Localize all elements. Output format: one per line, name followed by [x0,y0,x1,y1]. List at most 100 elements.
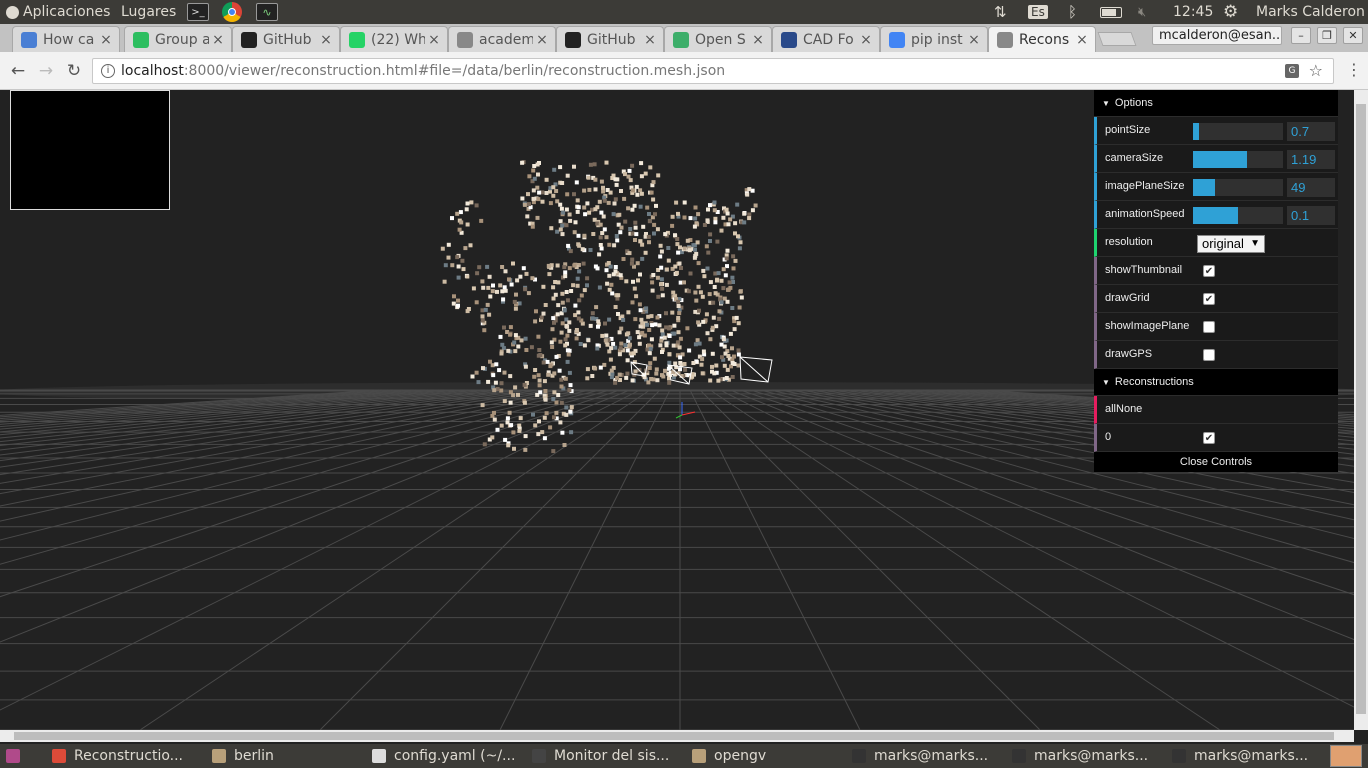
slider-track[interactable] [1193,179,1283,196]
close-controls-button[interactable]: Close Controls [1094,452,1338,472]
show-desktop-button[interactable] [6,744,28,768]
point [739,295,744,300]
point [646,380,651,385]
taskbar-window-button[interactable]: config.yaml (~/... [372,744,522,768]
taskbar-window-button[interactable]: marks@marks... [1172,744,1322,768]
point [522,400,527,405]
show-desktop-icon [6,749,20,763]
slider-value-input[interactable]: 0.7 [1287,122,1335,141]
network-icon[interactable]: ⇅ [994,0,1007,24]
point [609,368,614,373]
tab-close-icon[interactable]: × [857,32,875,48]
reconstruction-0-checkbox[interactable]: ✔ [1203,432,1215,444]
browser-tab[interactable]: pip inst × [880,26,988,52]
workspace-switcher[interactable] [1330,744,1362,768]
taskbar-window-button[interactable]: marks@marks... [1012,744,1162,768]
vertical-scrollbar[interactable] [1354,90,1368,730]
browser-tab[interactable]: How ca × [12,26,120,52]
maximize-button[interactable]: ❐ [1317,27,1337,44]
translate-icon[interactable]: G [1285,64,1299,78]
taskbar-window-label: marks@marks... [874,748,989,764]
point [650,288,655,293]
point [540,430,545,435]
taskbar-window-button[interactable]: marks@marks... [852,744,1002,768]
tab-close-icon[interactable]: × [533,32,551,48]
taskbar-window-button[interactable]: Reconstructio... [52,744,202,768]
point [545,359,550,364]
point [710,351,715,356]
minimize-button[interactable]: – [1291,27,1311,44]
vertical-scrollbar-thumb[interactable] [1356,104,1366,714]
tab-close-icon[interactable]: × [317,32,335,48]
settings-gear-icon[interactable]: ⚙ [1223,0,1238,24]
point [585,283,589,288]
taskbar-window-button[interactable]: Monitor del sis... [532,744,682,768]
keyboard-layout-indicator[interactable]: Es [1028,0,1048,24]
close-window-button[interactable]: ✕ [1343,27,1363,44]
browser-tab[interactable]: GitHub × [556,26,664,52]
browser-tab[interactable]: CAD Fo × [772,26,880,52]
browser-tab[interactable]: Recons × [988,26,1096,52]
clock[interactable]: 12:45 [1173,0,1213,24]
tab-close-icon[interactable]: × [1073,32,1091,48]
point [474,203,479,208]
tab-close-icon[interactable]: × [97,32,115,48]
back-arrow-icon[interactable]: ← [8,61,28,81]
tab-close-icon[interactable]: × [641,32,659,48]
volume-muted-icon[interactable]: 🔇︎ [1138,0,1146,24]
battery-icon[interactable] [1100,0,1122,24]
applications-menu[interactable]: Aplicaciones [6,0,110,24]
site-info-icon[interactable]: i [101,64,115,78]
taskbar-window-button[interactable]: berlin [212,744,362,768]
slider-value-input[interactable]: 0.1 [1287,206,1335,225]
profile-button[interactable]: mcalderon@esan... [1152,26,1282,45]
point [610,291,615,296]
browser-tab[interactable]: Open S × [664,26,772,52]
slider-track[interactable] [1193,151,1283,168]
system-monitor-launcher[interactable]: ∿ [256,0,278,24]
checkbox[interactable] [1203,349,1215,361]
browser-tab[interactable]: Group a × [124,26,232,52]
point [628,342,632,347]
reconstruction-viewport[interactable]: ▼ Options pointSize 0.7 cameraSize 1.19 image… [0,90,1354,730]
address-bar[interactable]: i localhost:8000/viewer/reconstruction.h… [92,58,1334,84]
checkbox[interactable]: ✔ [1203,293,1215,305]
terminal-launcher[interactable]: >_ [187,0,209,24]
point [443,263,448,268]
new-tab-button[interactable] [1097,32,1137,46]
browser-tab[interactable]: academ × [448,26,556,52]
tab-close-icon[interactable]: × [965,32,983,48]
horizontal-scrollbar-thumb[interactable] [14,732,1334,740]
point [567,320,572,325]
reconstructions-title: Reconstructions [1114,376,1194,388]
tab-close-icon[interactable]: × [209,32,227,48]
resolution-select[interactable]: original ▼ [1197,235,1265,253]
slider-value-input[interactable]: 1.19 [1287,150,1335,169]
taskbar-window-button[interactable]: opengv [692,744,842,768]
tab-close-icon[interactable]: × [425,32,443,48]
all-none-button[interactable]: allNone [1094,396,1338,424]
point [539,315,544,320]
point [616,293,621,298]
reload-icon[interactable]: ↻ [64,61,84,81]
options-folder-title[interactable]: ▼ Options [1094,90,1338,117]
bluetooth-icon[interactable]: ᛒ [1068,0,1077,24]
checkbox[interactable]: ✔ [1203,265,1215,277]
chrome-menu-icon[interactable]: ⋮ [1346,60,1362,79]
slider-track[interactable] [1193,207,1283,224]
places-menu[interactable]: Lugares [121,0,176,24]
user-menu[interactable]: Marks Calderon [1256,0,1365,24]
point [648,165,653,170]
tab-close-icon[interactable]: × [749,32,767,48]
slider-track[interactable] [1193,123,1283,140]
forward-arrow-icon[interactable]: → [36,61,56,81]
horizontal-scrollbar[interactable] [0,730,1354,742]
reconstructions-folder-title[interactable]: ▼ Reconstructions [1094,369,1338,396]
checkbox[interactable] [1203,321,1215,333]
slider-value-input[interactable]: 49 [1287,178,1335,197]
tab-title: academ [479,31,533,48]
chrome-launcher[interactable] [222,0,242,24]
bookmark-star-icon[interactable]: ☆ [1309,59,1323,83]
browser-tab[interactable]: (22) Wh × [340,26,448,52]
browser-tab[interactable]: GitHub × [232,26,340,52]
